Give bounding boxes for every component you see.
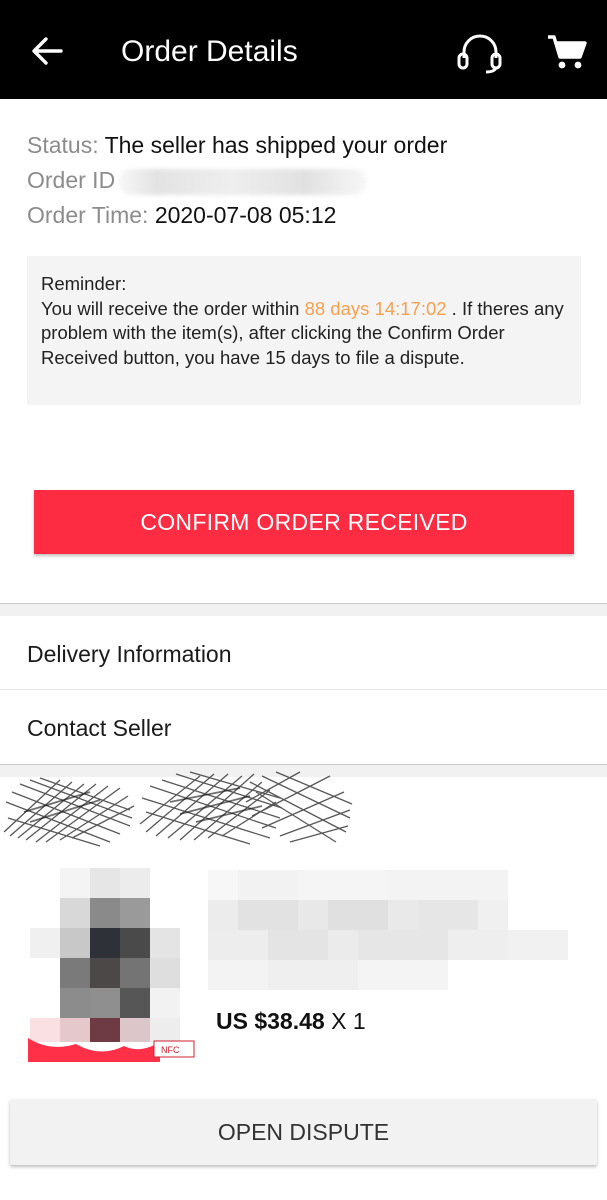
- reminder-text: You will receive the order within 88 day…: [41, 297, 567, 371]
- order-id-label: Order ID: [27, 167, 116, 193]
- order-id-redacted: [119, 168, 368, 195]
- order-id-row: Order ID: [27, 163, 587, 198]
- store-name-redacted: [3, 771, 353, 847]
- reminder-text-before: You will receive the order within: [41, 297, 305, 319]
- delivery-information-item[interactable]: Delivery Information: [0, 616, 607, 690]
- section-divider: [0, 603, 607, 616]
- order-summary: Status: The seller has shipped your orde…: [27, 128, 587, 233]
- order-time-value: 2020-07-08 05:12: [154, 202, 337, 228]
- reminder-box: Reminder: You will receive the order wit…: [27, 256, 581, 405]
- price-value: US $38.48: [216, 1008, 325, 1034]
- product-price: US $38.48 X 1: [216, 1007, 366, 1035]
- page-title: Order Details: [121, 35, 298, 68]
- open-dispute-button[interactable]: OPEN DISPUTE: [10, 1099, 597, 1165]
- status-row: Status: The seller has shipped your orde…: [27, 128, 587, 163]
- quantity-value: X 1: [331, 1008, 366, 1034]
- headset-icon[interactable]: [456, 32, 504, 74]
- confirm-order-received-button[interactable]: CONFIRM ORDER RECEIVED: [34, 490, 574, 554]
- back-arrow-icon[interactable]: [30, 34, 64, 68]
- contact-seller-item[interactable]: Contact Seller: [0, 691, 607, 764]
- order-time-row: Order Time: 2020-07-08 05:12: [27, 198, 587, 233]
- order-time-label: Order Time:: [27, 202, 149, 228]
- product-image[interactable]: NFC: [20, 868, 200, 1062]
- status-value: The seller has shipped your order: [104, 132, 448, 158]
- reminder-countdown: 88 days 14:17:02: [304, 297, 447, 319]
- reminder-title: Reminder:: [41, 273, 127, 294]
- cart-icon[interactable]: [546, 33, 588, 71]
- status-label: Status:: [27, 132, 99, 158]
- product-badge-nfc: NFC: [161, 1045, 180, 1055]
- app-bar: Order Details: [0, 0, 607, 99]
- product-title-redacted[interactable]: [208, 870, 598, 990]
